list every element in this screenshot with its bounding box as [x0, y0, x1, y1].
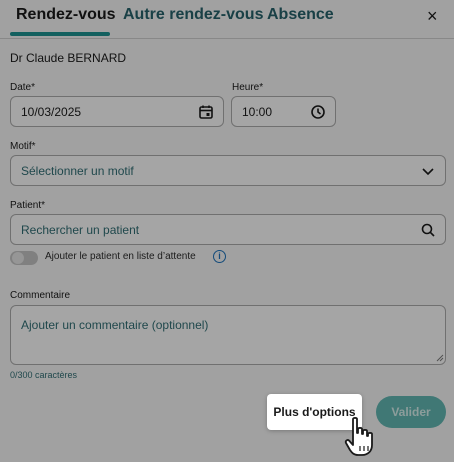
time-field[interactable]: 10:00 — [231, 96, 336, 127]
date-value: 10/03/2025 — [21, 105, 82, 119]
date-label: Date* — [10, 82, 36, 93]
resize-handle-icon[interactable] — [436, 354, 444, 362]
patient-label: Patient* — [10, 200, 46, 211]
waitlist-label: Ajouter le patient en liste d’attente — [45, 251, 196, 262]
tab-bar: Rendez-vous Autre rendez-vous Absence × — [0, 0, 454, 39]
motif-label: Motif* — [10, 141, 36, 152]
time-value: 10:00 — [242, 105, 273, 119]
motif-select[interactable]: Sélectionner un motif — [10, 155, 446, 186]
info-icon[interactable]: i — [213, 250, 226, 263]
chevron-down-icon[interactable] — [421, 164, 435, 178]
patient-search-input[interactable]: Rechercher un patient — [10, 214, 446, 245]
date-field[interactable]: 10/03/2025 — [10, 96, 224, 127]
comment-placeholder: Ajouter un commentaire (optionnel) — [21, 318, 209, 332]
submit-button[interactable]: Valider — [376, 396, 446, 428]
toggle-knob — [12, 252, 24, 264]
motif-placeholder: Sélectionner un motif — [21, 164, 134, 178]
character-count: 0/300 caractères — [10, 370, 78, 380]
appointment-dialog: Rendez-vous Autre rendez-vous Absence × … — [0, 0, 454, 462]
tab-autre-rendez-vous[interactable]: Autre rendez-vous — [123, 6, 263, 24]
time-label: Heure* — [232, 82, 264, 93]
tab-rendez-vous[interactable]: Rendez-vous — [16, 6, 116, 24]
hand-pointer-icon — [344, 416, 373, 456]
calendar-icon[interactable] — [198, 104, 214, 120]
search-icon[interactable] — [421, 223, 435, 237]
comment-label: Commentaire — [10, 290, 71, 301]
doctor-name: Dr Claude BERNARD — [10, 51, 127, 65]
patient-placeholder: Rechercher un patient — [21, 223, 140, 237]
close-icon[interactable]: × — [427, 6, 438, 27]
clock-icon[interactable] — [310, 104, 326, 120]
tab-absence[interactable]: Absence — [267, 6, 334, 24]
comment-textarea[interactable]: Ajouter un commentaire (optionnel) — [10, 305, 446, 365]
active-tab-indicator — [10, 32, 110, 36]
